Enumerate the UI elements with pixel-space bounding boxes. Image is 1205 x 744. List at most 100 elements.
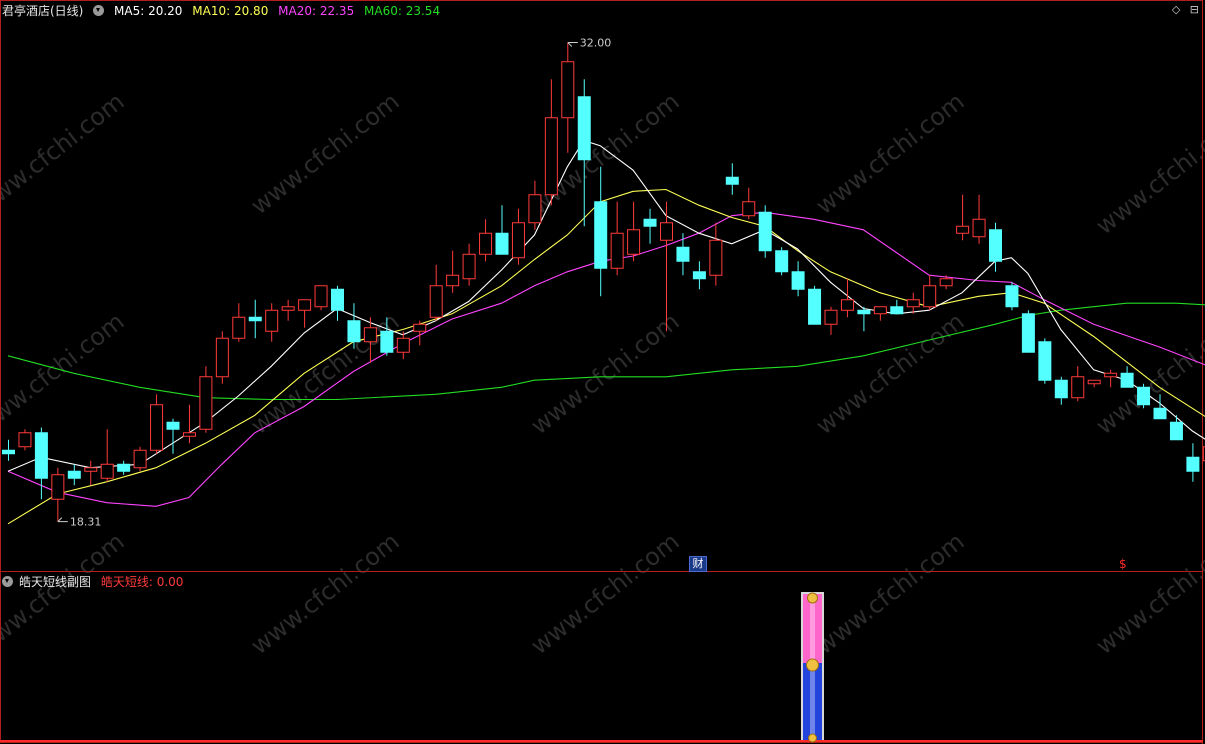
candle-body [150, 404, 164, 451]
candle [775, 247, 789, 276]
gauge-coin-icon [806, 658, 819, 672]
candle [725, 163, 739, 195]
candle-body [1071, 376, 1085, 399]
diamond-icon[interactable]: ◇ [1172, 3, 1180, 16]
candle-body [479, 232, 493, 255]
candle-body [857, 309, 871, 315]
candle-body [1021, 313, 1035, 353]
chevron-down-icon[interactable] [2, 576, 13, 587]
ma5-line [7, 139, 1205, 472]
candle [298, 299, 312, 328]
candle-body [248, 316, 262, 322]
candle [347, 303, 361, 349]
candle [808, 285, 822, 325]
candle [150, 394, 164, 454]
candle [495, 205, 509, 255]
candle-body [199, 376, 213, 430]
candle-body [561, 61, 575, 119]
candle [396, 331, 410, 360]
watermark-text: www.cfchi.com [1091, 527, 1205, 660]
candle-body [347, 320, 361, 343]
ma5-readout: MA5: 20.20 [114, 4, 183, 18]
candle [479, 219, 493, 262]
stock-name[interactable]: 君亭酒店(日线) [2, 4, 83, 18]
candle-body [495, 232, 509, 255]
candle-body [1137, 386, 1151, 406]
candle-body [314, 285, 328, 308]
candle [1120, 366, 1134, 388]
candle [676, 233, 690, 276]
candle [1054, 376, 1068, 405]
candle [873, 306, 887, 321]
candle [51, 467, 65, 522]
candle [857, 306, 871, 332]
candle [906, 292, 920, 314]
watermark-text: www.cfchi.com [526, 527, 685, 660]
indicator-readout: 皓天短线: 0.00 [100, 575, 184, 589]
candle [709, 222, 723, 286]
candle-body [363, 327, 377, 343]
candle [890, 299, 904, 315]
candle-body [594, 201, 608, 269]
candle [1137, 383, 1151, 409]
candle-body [840, 299, 854, 311]
candle-body [51, 474, 65, 500]
candle [791, 261, 805, 297]
candle-body [989, 229, 1002, 262]
candle [429, 264, 443, 321]
candle-body [298, 299, 312, 311]
candle [643, 208, 657, 244]
candle [265, 303, 279, 342]
chevron-down-icon[interactable] [93, 5, 105, 16]
candle-body [725, 176, 739, 185]
indicator-gauge [801, 592, 824, 743]
indicator-name[interactable]: 皓天短线副图 [19, 575, 91, 589]
candle-body [643, 218, 657, 227]
main-chart-header: 君亭酒店(日线) MA5: 20.20 MA10: 20.80 MA20: 22… [2, 2, 446, 20]
candle-body [824, 309, 838, 325]
dividend-mark[interactable]: $ [1119, 557, 1127, 571]
candle-body [265, 309, 279, 332]
candle [1038, 338, 1052, 384]
candle-body [18, 432, 32, 448]
candle-body [1153, 407, 1167, 420]
candle [627, 201, 641, 262]
candle [1087, 379, 1101, 388]
candle [2, 439, 15, 461]
kline-chart-canvas[interactable]: www.cfchi.com www.cfchi.com www.cfchi.com w… [0, 0, 1205, 744]
candle-body [511, 222, 525, 259]
candle-body [923, 285, 937, 308]
collapse-icon[interactable]: ⊟ [1190, 3, 1199, 16]
candle-body [34, 432, 48, 479]
candle [544, 79, 558, 206]
candle [314, 285, 328, 311]
candle-body [709, 239, 723, 276]
candle [232, 303, 246, 342]
candle-body [1038, 341, 1052, 381]
candle [742, 187, 756, 220]
finance-badge[interactable]: 财 [689, 556, 707, 572]
candle-body [232, 316, 246, 339]
candle [18, 429, 32, 451]
low-price-label: 18.31 [70, 516, 102, 529]
watermark-text: www.cfchi.com [0, 87, 130, 220]
candle-body [676, 246, 690, 262]
candle [1186, 443, 1200, 482]
candle-body [660, 222, 673, 241]
candle-body [331, 288, 344, 311]
candle-body [1054, 379, 1068, 399]
candle-body [1186, 456, 1200, 472]
candle-body [972, 218, 986, 238]
candle-body [742, 201, 756, 217]
candle-body [627, 229, 641, 255]
candle-body [758, 211, 772, 252]
candle [331, 285, 344, 321]
candle [956, 194, 970, 241]
candle [84, 460, 98, 486]
candle [594, 166, 608, 297]
ma60-readout: MA60: 23.54 [364, 4, 441, 18]
candle [824, 306, 838, 335]
candle [692, 261, 706, 290]
candle [182, 404, 196, 444]
candle-body [413, 323, 427, 332]
